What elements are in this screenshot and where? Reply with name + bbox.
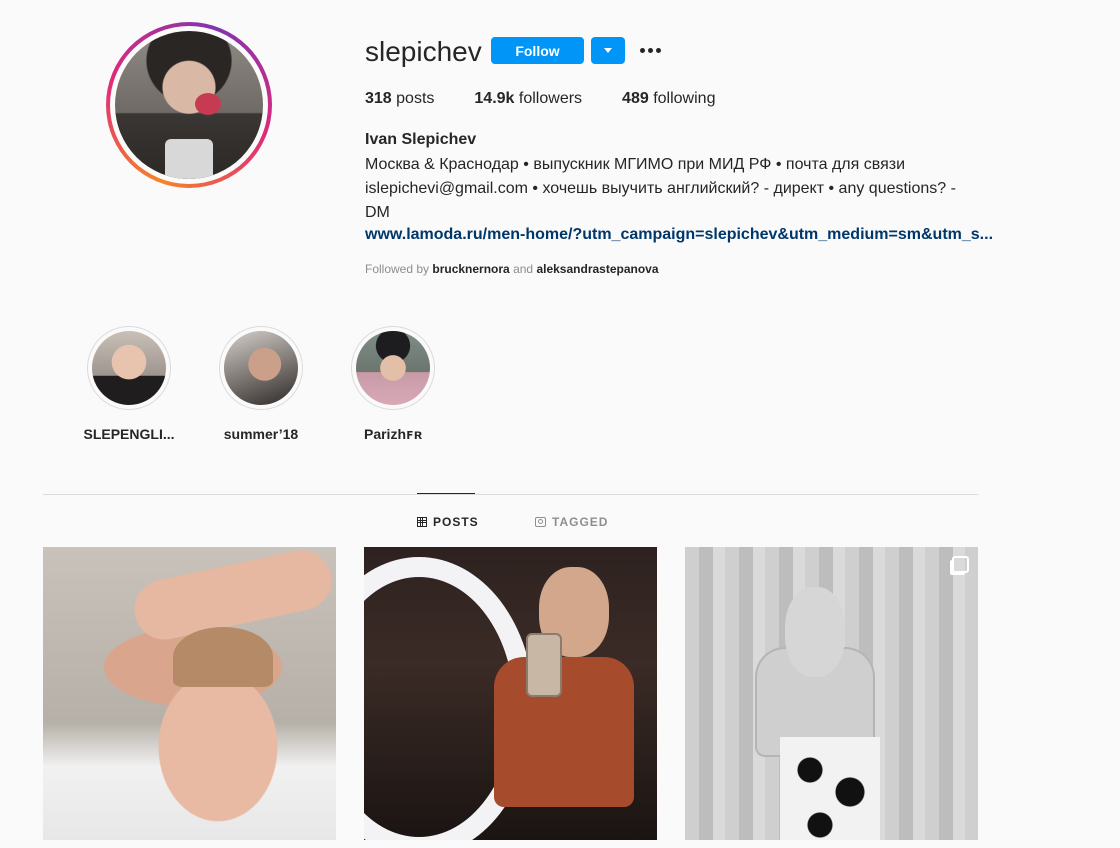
- avatar-rose: [195, 93, 221, 115]
- profile-username: slepichev: [365, 36, 482, 67]
- highlight-ring: [87, 326, 171, 410]
- following-label: following: [653, 90, 716, 107]
- active-tab-indicator: [417, 493, 475, 494]
- tab-posts-label: POSTS: [433, 515, 479, 529]
- highlight-ring: [351, 326, 435, 410]
- more-options-icon[interactable]: [636, 38, 664, 62]
- carousel-icon: [952, 556, 969, 573]
- followers-label: followers: [518, 90, 583, 107]
- grid-icon: [417, 517, 427, 527]
- followers-count: 14.9k: [474, 90, 515, 107]
- posts-count: 318: [365, 90, 392, 107]
- highlight-cover: [92, 331, 166, 405]
- post-thumbnail[interactable]: [685, 547, 978, 840]
- post-photo-detail: [173, 627, 273, 687]
- highlight-label: SLEPENGLI...: [83, 426, 175, 442]
- chevron-down-icon: [604, 48, 612, 53]
- tab-tagged[interactable]: TAGGED: [535, 514, 608, 530]
- avatar-shirt: [165, 139, 213, 179]
- tab-posts[interactable]: POSTS: [417, 514, 479, 530]
- followed-by-prefix: Followed by: [365, 262, 430, 276]
- followed-by-text[interactable]: Followed by brucknernora and aleksandras…: [365, 262, 659, 276]
- tabs-divider: [43, 494, 978, 495]
- following-stat[interactable]: 489 following: [622, 90, 715, 108]
- followed-by-user[interactable]: brucknernora: [432, 262, 509, 276]
- avatar-photo: [115, 31, 263, 179]
- avatar-ring-gap: [110, 26, 268, 184]
- post-photo-detail: [785, 587, 845, 677]
- bio-line: DM: [365, 204, 390, 221]
- profile-full-name: Ivan Slepichev: [365, 131, 477, 148]
- post-photo-detail: [494, 657, 634, 807]
- post-thumbnail[interactable]: [43, 547, 336, 840]
- followed-by-joiner: and: [513, 262, 534, 276]
- follow-button[interactable]: Follow: [491, 37, 584, 64]
- profile-avatar[interactable]: [106, 22, 272, 188]
- highlight-label: Parizhꜰʀ: [363, 426, 422, 442]
- profile-stats: 318 posts 14.9k followers 489 following: [365, 90, 755, 108]
- tab-tagged-label: TAGGED: [552, 515, 609, 529]
- post-photo-detail: [526, 633, 562, 697]
- story-highlight[interactable]: SLEPENGLI...: [69, 326, 189, 442]
- story-highlight[interactable]: Parizhꜰʀ: [333, 326, 453, 443]
- highlight-cover: [224, 331, 298, 405]
- post-photo-detail: [780, 737, 880, 840]
- suggested-dropdown-button[interactable]: [591, 37, 625, 64]
- profile-bio: Москва & Краснодар • выпускник МГИМО при…: [365, 153, 975, 225]
- followers-stat[interactable]: 14.9k followers: [474, 90, 582, 108]
- profile-website-link[interactable]: www.lamoda.ru/men-home/?utm_campaign=sle…: [365, 226, 993, 244]
- post-thumbnail[interactable]: [364, 547, 657, 840]
- following-count: 489: [622, 90, 649, 107]
- tagged-icon: [535, 517, 546, 527]
- story-highlight[interactable]: summer’18: [201, 326, 321, 442]
- posts-stat: 318 posts: [365, 90, 434, 108]
- highlight-ring: [219, 326, 303, 410]
- highlight-cover: [356, 331, 430, 405]
- posts-label: posts: [396, 90, 435, 107]
- followed-by-user[interactable]: aleksandrastepanova: [536, 262, 658, 276]
- highlight-label: summer’18: [223, 426, 299, 442]
- bio-line: islepichevi@gmail.com • хочешь выучить а…: [365, 180, 956, 197]
- bio-line: Москва & Краснодар • выпускник МГИМО при…: [365, 156, 906, 173]
